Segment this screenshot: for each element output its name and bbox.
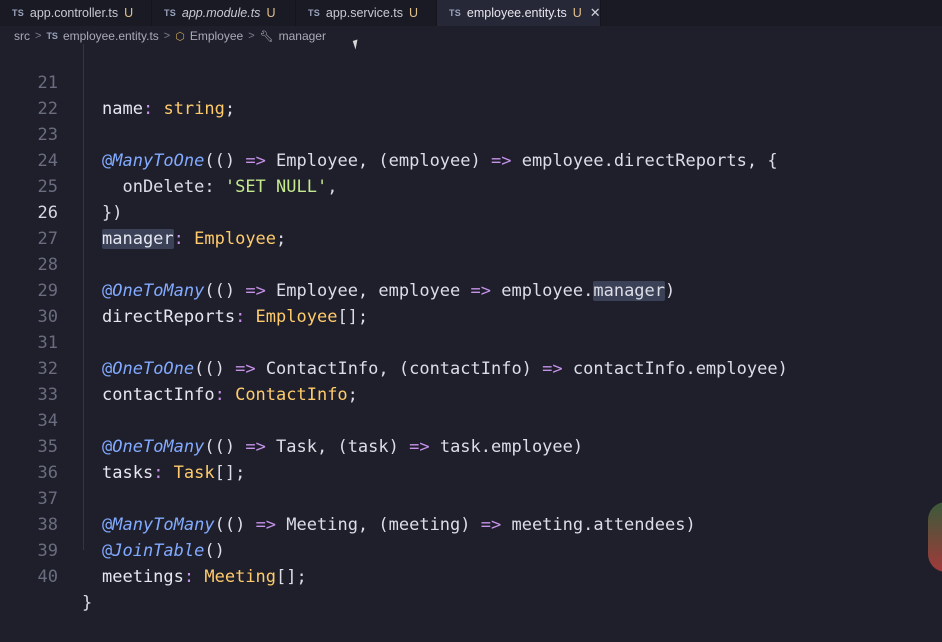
code-line: 23 @ManyToOne(() => Employee, (employee)…	[0, 96, 942, 171]
breadcrumb-folder[interactable]: src	[14, 29, 30, 43]
code-line: 36	[0, 434, 942, 483]
tab-app-module[interactable]: TS app.module.ts U	[152, 0, 296, 26]
chevron-right-icon: >	[35, 30, 42, 42]
tab-untracked-badge: U	[572, 6, 582, 20]
tab-label: app.controller.ts	[29, 6, 119, 20]
tab-untracked-badge: U	[266, 6, 276, 20]
code-line: 31 @OneToOne(() => ContactInfo, (contact…	[0, 304, 942, 379]
line-content: meetings: Meeting[];	[102, 564, 307, 590]
code-line: 21 name: string;	[0, 44, 942, 119]
close-icon[interactable]: ✕	[590, 5, 601, 21]
code-line: 22	[0, 70, 942, 119]
code-line-current: 26 manager: Employee;	[0, 174, 942, 249]
code-line: 30	[0, 278, 942, 327]
typescript-file-icon: TS	[12, 8, 24, 18]
code-line: 33	[0, 356, 942, 405]
presenter-avatar	[928, 502, 942, 572]
code-line: 25 })	[0, 148, 942, 223]
chevron-right-icon: >	[248, 30, 255, 42]
property-wrench-icon: 🔧︎	[259, 30, 274, 43]
breadcrumb-class[interactable]: Employee	[190, 29, 243, 43]
code-line: 27	[0, 200, 942, 249]
typescript-file-icon: TS	[46, 31, 58, 41]
code-line: 37 @ManyToMany(() => Meeting, (meeting) …	[0, 460, 942, 535]
tab-label: employee.entity.ts	[466, 6, 567, 20]
class-symbol-icon: ⬡	[175, 30, 185, 43]
line-number: 40	[37, 567, 58, 587]
code-line: 40 }	[0, 538, 942, 613]
token: [];	[276, 567, 307, 587]
editor-tab-bar: TS app.controller.ts U TS app.module.ts …	[0, 0, 942, 27]
tab-app-service[interactable]: TS app.service.ts U	[296, 0, 437, 26]
code-line: 29 directReports: Employee[];	[0, 252, 942, 327]
breadcrumb-member[interactable]: manager	[279, 29, 326, 43]
code-line: 32 contactInfo: ContactInfo;	[0, 330, 942, 405]
typescript-file-icon: TS	[164, 8, 176, 18]
code-line: 24 onDelete: 'SET NULL',	[0, 122, 942, 197]
line-content: }	[82, 593, 93, 613]
code-line: 38 @JoinTable()	[0, 486, 942, 561]
tab-untracked-badge: U	[124, 6, 134, 20]
chevron-right-icon: >	[163, 30, 171, 42]
token: meetings	[102, 567, 184, 587]
token: Meeting	[194, 567, 277, 587]
typescript-file-icon: TS	[308, 8, 320, 18]
tab-untracked-badge: U	[409, 6, 419, 20]
typescript-file-icon: TS	[449, 8, 461, 18]
code-line: 39 meetings: Meeting[];	[0, 512, 942, 587]
code-line: 28 @OneToMany(() => Employee, employee =…	[0, 226, 942, 301]
breadcrumb-file[interactable]: employee.entity.ts	[63, 29, 159, 43]
breadcrumb: src > TS employee.entity.ts > ⬡ Employee…	[0, 26, 942, 46]
code-editor[interactable]: 21 name: string; 22 23 @ManyToOne(() => …	[0, 44, 942, 613]
code-line: 34 @OneToMany(() => Task, (task) => task…	[0, 382, 942, 457]
tab-app-controller[interactable]: TS app.controller.ts U	[0, 0, 152, 26]
code-line: 35 tasks: Task[];	[0, 408, 942, 483]
tab-label: app.service.ts	[325, 6, 404, 20]
tab-employee-entity[interactable]: TS employee.entity.ts U ✕	[437, 0, 601, 26]
token: :	[183, 567, 195, 587]
tab-label: app.module.ts	[181, 6, 261, 20]
